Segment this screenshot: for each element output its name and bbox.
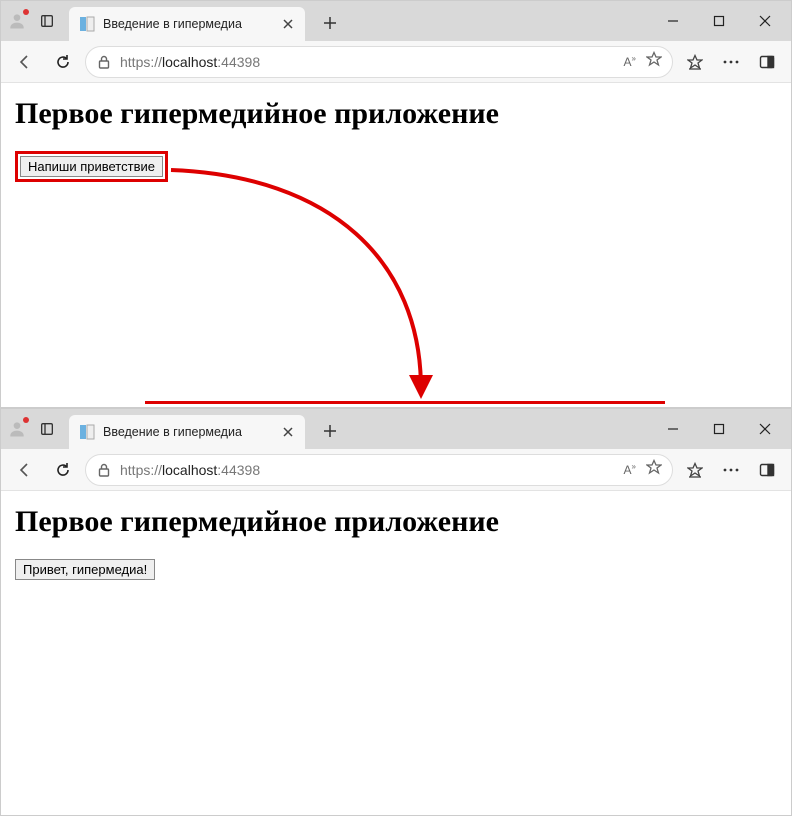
refresh-button[interactable]	[47, 454, 79, 486]
window-controls	[651, 6, 787, 36]
back-button[interactable]	[9, 454, 41, 486]
profile-icon[interactable]	[5, 417, 29, 441]
browser-tab[interactable]: Введение в гипермедиа	[69, 7, 305, 41]
favorite-icon[interactable]	[646, 459, 662, 480]
window-controls	[651, 414, 787, 444]
browser-tab[interactable]: Введение в гипермедиа	[69, 415, 305, 449]
favorite-icon[interactable]	[646, 51, 662, 72]
notification-dot-icon	[23, 9, 29, 15]
maximize-button[interactable]	[697, 414, 741, 444]
maximize-button[interactable]	[697, 6, 741, 36]
back-button[interactable]	[9, 46, 41, 78]
new-tab-button[interactable]	[315, 8, 345, 38]
address-bar[interactable]: https://localhost:44398 A»	[85, 46, 673, 78]
tab-close-button[interactable]	[279, 15, 297, 33]
minimize-button[interactable]	[651, 414, 695, 444]
close-window-button[interactable]	[743, 414, 787, 444]
favorites-bar-icon[interactable]	[679, 46, 711, 78]
browser-toolbar: https://localhost:44398 A»	[1, 41, 791, 83]
new-tab-button[interactable]	[315, 416, 345, 446]
notification-dot-icon	[23, 417, 29, 423]
tab-actions-icon[interactable]	[33, 7, 61, 35]
annotation-divider-line	[145, 401, 665, 404]
read-aloud-icon[interactable]: A»	[624, 54, 636, 69]
tab-favicon-icon	[79, 424, 95, 440]
more-icon[interactable]	[715, 46, 747, 78]
browser-window-before: Введение в гипермедиа	[0, 0, 792, 408]
profile-icon[interactable]	[5, 9, 29, 33]
lock-icon	[96, 54, 112, 70]
sidebar-toggle-icon[interactable]	[751, 46, 783, 78]
more-icon[interactable]	[715, 454, 747, 486]
close-window-button[interactable]	[743, 6, 787, 36]
read-aloud-icon[interactable]: A»	[624, 462, 636, 477]
page-content-before: Первое гипермедийное приложение Напиши п…	[1, 83, 791, 196]
tab-title: Введение в гипермедиа	[103, 17, 271, 31]
tab-actions-icon[interactable]	[33, 415, 61, 443]
lock-icon	[96, 462, 112, 478]
browser-toolbar: https://localhost:44398 A»	[1, 449, 791, 491]
titlebar: Введение в гипермедиа	[1, 1, 791, 41]
minimize-button[interactable]	[651, 6, 695, 36]
favorites-bar-icon[interactable]	[679, 454, 711, 486]
page-heading: Первое гипермедийное приложение	[15, 505, 777, 539]
titlebar: Введение в гипермедиа	[1, 409, 791, 449]
annotation-highlight-box: Напиши приветствие	[15, 151, 168, 182]
tab-close-button[interactable]	[279, 423, 297, 441]
url-text: https://localhost:44398	[120, 54, 616, 70]
page-content-after: Первое гипермедийное приложение Привет, …	[1, 491, 791, 594]
tab-title: Введение в гипермедиа	[103, 425, 271, 439]
greet-result-button[interactable]: Привет, гипермедиа!	[15, 559, 155, 580]
sidebar-toggle-icon[interactable]	[751, 454, 783, 486]
refresh-button[interactable]	[47, 46, 79, 78]
url-text: https://localhost:44398	[120, 462, 616, 478]
tab-favicon-icon	[79, 16, 95, 32]
page-heading: Первое гипермедийное приложение	[15, 97, 777, 131]
address-bar[interactable]: https://localhost:44398 A»	[85, 454, 673, 486]
greet-button[interactable]: Напиши приветствие	[20, 156, 163, 177]
browser-window-after: Введение в гипермедиа	[0, 408, 792, 816]
